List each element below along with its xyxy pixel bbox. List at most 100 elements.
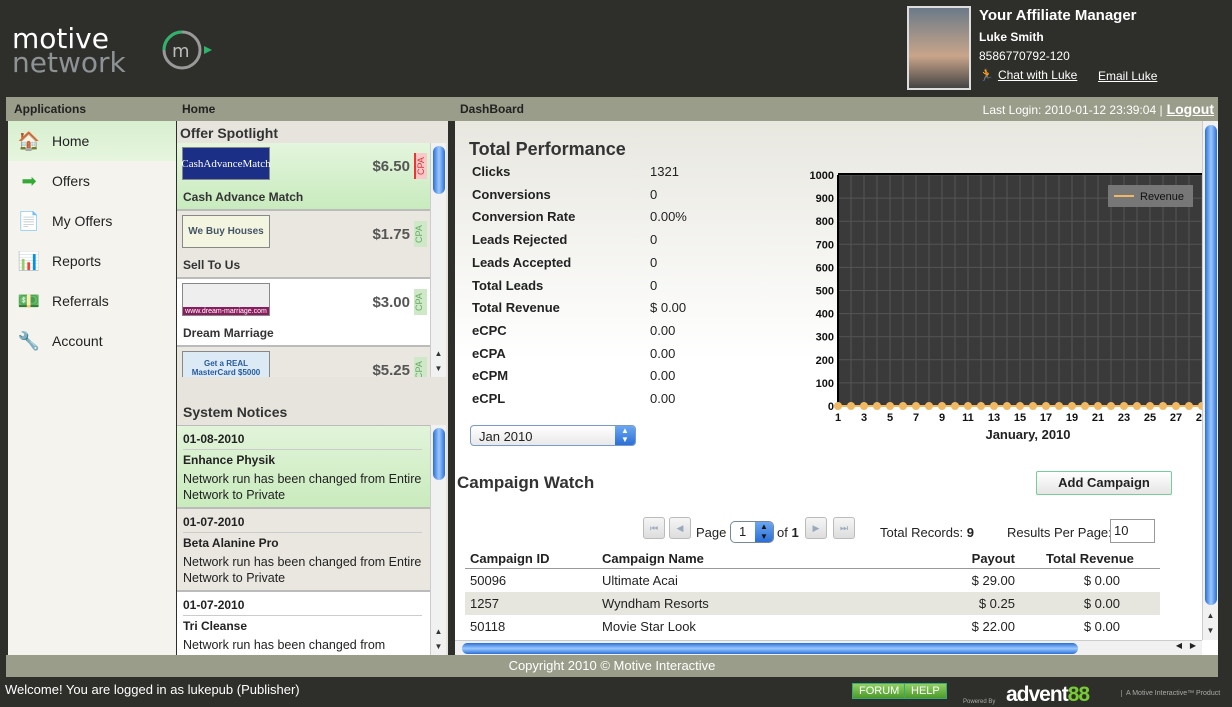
main-hscrollbar[interactable]: ◀ ▶: [455, 640, 1202, 655]
scroll-down-icon[interactable]: ▼: [431, 362, 446, 376]
offer-type-badge: CPA: [414, 153, 427, 179]
help-button[interactable]: HELP: [904, 683, 947, 699]
money-icon: 💵: [17, 290, 41, 311]
page-label: Page: [696, 525, 727, 540]
stat-label: Leads Rejected: [472, 232, 568, 248]
offer-item[interactable]: Get a REAL MasterCard $5000 $5.25 CPA: [177, 347, 430, 377]
scroll-left-icon[interactable]: ◀: [1176, 641, 1182, 650]
prev-page-icon[interactable]: ◀: [669, 517, 691, 539]
page-select[interactable]: 1 ▲ ▼: [730, 521, 774, 543]
powered-by: Powered By: [963, 699, 996, 705]
sidebar-item-offers[interactable]: ➡ Offers: [8, 161, 176, 201]
next-page-icon[interactable]: ▶: [805, 517, 827, 539]
scroll-up-icon[interactable]: ▲: [431, 347, 446, 361]
table-row[interactable]: 1257 Wyndham Resorts $ 0.25 $ 0.00: [465, 592, 1160, 615]
col-campaign-name[interactable]: Campaign Name: [597, 549, 910, 569]
select-arrows-icon: ▲ ▼: [755, 522, 773, 542]
y-tick-label: 700: [816, 239, 834, 251]
revenue-point: [1003, 402, 1011, 410]
x-tick-label: 21: [1092, 412, 1104, 424]
last-login-text: Last Login: 2010-01-12 23:39:04 |: [982, 103, 1163, 117]
col-payout[interactable]: Payout: [910, 549, 1020, 569]
stat-label: Conversions: [472, 186, 551, 202]
stat-label: eCPL: [472, 391, 506, 406]
product-credit: A Motive Interactive™ Product: [1121, 690, 1220, 697]
offer-type-badge: CPA: [414, 221, 427, 247]
revenue-point: [1120, 402, 1128, 410]
scroll-down-icon[interactable]: ▼: [1203, 624, 1218, 638]
chat-label: Chat with Luke: [997, 68, 1078, 82]
total-records: Total Records: 9: [880, 525, 974, 540]
legend-label: Revenue: [1140, 191, 1184, 203]
advent-text: advent: [1006, 683, 1069, 706]
campaign-table: Campaign ID Campaign Name Payout Total R…: [465, 549, 1160, 638]
revenue-point: [1159, 402, 1167, 410]
chat-link[interactable]: 🏃 Chat with Luke: [979, 68, 1077, 82]
offer-price: $5.25: [372, 362, 410, 377]
scroll-right-icon[interactable]: ▶: [1190, 641, 1196, 650]
sidebar-item-account[interactable]: 🔧 Account: [8, 321, 176, 361]
offer-item[interactable]: We Buy Houses $1.75 CPA Sell To Us: [177, 211, 430, 279]
revenue-point: [1133, 402, 1141, 410]
first-page-icon[interactable]: ⏮: [643, 517, 665, 539]
notice-date: 01-08-2010: [183, 432, 422, 450]
sidebar-item-home[interactable]: 🏠 Home: [8, 121, 176, 161]
x-tick-label: 11: [962, 412, 974, 424]
table-row[interactable]: 50118 Movie Star Look $ 22.00 $ 0.00: [465, 615, 1160, 638]
notice-list-scrollbar[interactable]: ▲ ▼: [430, 425, 446, 655]
sidebar-item-referrals[interactable]: 💵 Referrals: [8, 281, 176, 321]
offer-type-badge: CPA: [414, 357, 427, 377]
stat-value: 0: [650, 186, 658, 202]
scroll-up-icon[interactable]: ▲: [1203, 609, 1218, 623]
cell-payout: $ 29.00: [971, 573, 1015, 588]
y-tick-label: 300: [816, 332, 834, 344]
last-login: Last Login: 2010-01-12 23:39:04 | Logout: [983, 101, 1214, 117]
x-tick-label: 17: [1040, 412, 1052, 424]
forum-button[interactable]: FORUM: [852, 683, 907, 699]
y-tick-label: 500: [816, 286, 834, 298]
total-performance-title: Total Performance: [469, 139, 626, 159]
scroll-up-icon[interactable]: ▲: [431, 625, 446, 639]
offer-name: Dream Marriage: [183, 326, 274, 340]
stat-label: Clicks: [472, 164, 511, 179]
revenue-point: [925, 402, 933, 410]
add-campaign-button[interactable]: Add Campaign: [1036, 471, 1172, 495]
notice-title: Beta Alanine Pro: [183, 536, 279, 550]
results-per-page-input[interactable]: 10: [1110, 519, 1155, 543]
col-total-revenue[interactable]: Total Revenue: [1020, 549, 1160, 569]
total-records-value: 9: [966, 525, 974, 540]
offer-item[interactable]: CashAdvanceMatch $6.50 CPA Cash Advance Mat…: [177, 143, 430, 211]
offer-list: CashAdvanceMatch $6.50 CPA Cash Advance Mat…: [177, 143, 430, 377]
cell-campaign-id: 50118: [470, 619, 506, 634]
stat-label: eCPA: [472, 345, 506, 361]
offer-list-scrollbar[interactable]: ▲ ▼: [430, 143, 446, 377]
results-per-page-label: Results Per Page:: [1007, 525, 1112, 540]
offer-name: Cash Advance Match: [183, 190, 304, 204]
stat-value: 0.00: [650, 322, 676, 338]
month-select[interactable]: Jan 2010 ▲ ▼: [470, 425, 636, 446]
select-arrows-icon: ▲ ▼: [615, 426, 635, 445]
revenue-point: [1029, 402, 1037, 410]
notice-item[interactable]: 01-08-2010 Enhance Physik Network run has …: [177, 426, 430, 509]
col-campaign-id[interactable]: Campaign ID: [465, 549, 597, 569]
stat-value: 0: [650, 232, 658, 248]
notice-item[interactable]: 01-07-2010 Tri Cleanse Network run has bee…: [177, 592, 430, 655]
table-row[interactable]: 50096 Ultimate Acai $ 29.00 $ 0.00: [465, 569, 1160, 593]
sidebar-item-my-offers[interactable]: 📄 My Offers: [8, 201, 176, 241]
sidebar-item-reports[interactable]: 📊 Reports: [8, 241, 176, 281]
logout-link[interactable]: Logout: [1167, 101, 1214, 117]
x-tick-label: 25: [1144, 412, 1156, 424]
email-link[interactable]: Email Luke: [1098, 69, 1157, 83]
offer-price: $1.75: [372, 226, 410, 243]
scroll-down-icon[interactable]: ▼: [431, 640, 446, 654]
month-value: Jan 2010: [479, 429, 533, 444]
offer-item[interactable]: www.dream-marriage.com $3.00 CPA Dream Marr…: [177, 279, 430, 347]
revenue-point: [938, 402, 946, 410]
manager-photo: [907, 6, 971, 90]
dashboard-main: Total Performance Clicks 1321 Conversions 0…: [455, 121, 1218, 655]
main-vscrollbar[interactable]: ▲ ▼: [1202, 121, 1218, 640]
revenue-point: [951, 402, 959, 410]
last-page-icon[interactable]: ⏭: [833, 517, 855, 539]
stat-label: Total Leads: [472, 277, 544, 293]
notice-item[interactable]: 01-07-2010 Beta Alanine Pro Network run ha…: [177, 509, 430, 592]
